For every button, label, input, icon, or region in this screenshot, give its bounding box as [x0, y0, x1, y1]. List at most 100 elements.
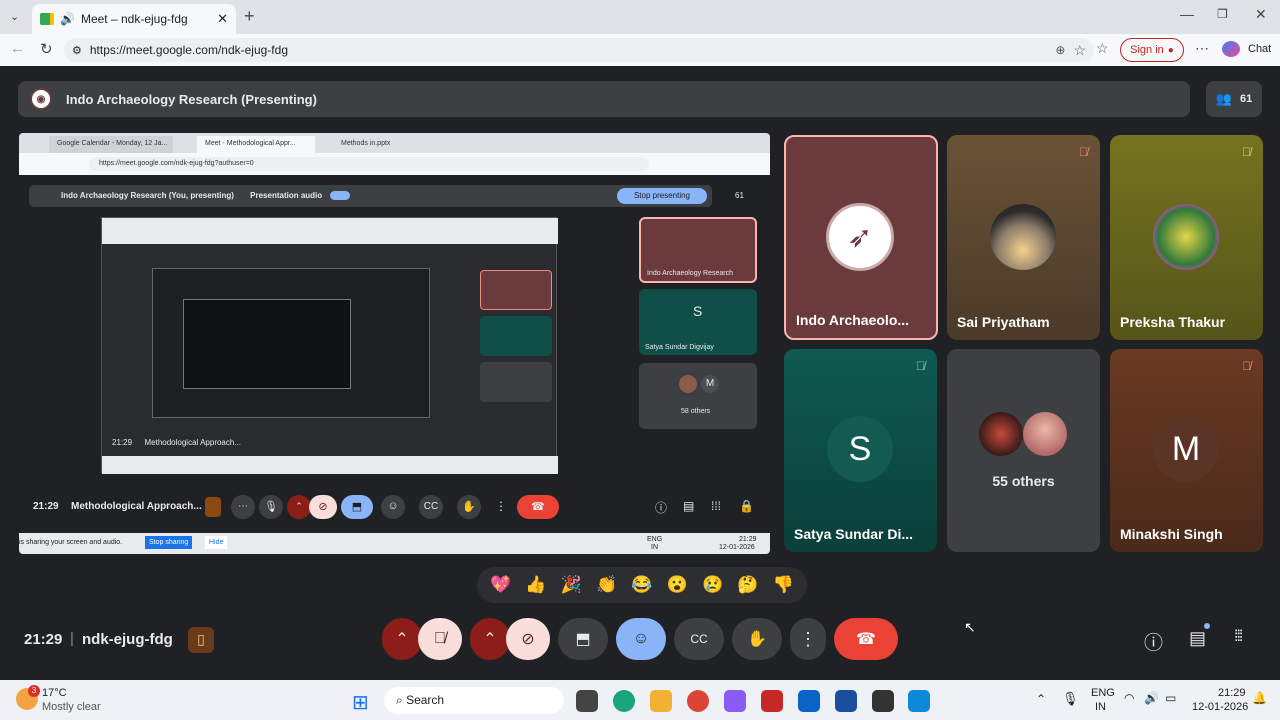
- chat-label[interactable]: Chat: [1248, 43, 1271, 55]
- notification-bell-icon[interactable]: 🔔: [1252, 691, 1267, 705]
- meeting-code: ndk-ejug-fdg: [82, 631, 173, 648]
- inner-audio-label: Presentation audio: [250, 191, 323, 200]
- shared-screen: Google Calendar - Monday, 12 Ja... Meet …: [19, 133, 770, 554]
- reload-icon[interactable]: ↻: [40, 40, 53, 58]
- clock-time[interactable]: 21:29: [1218, 687, 1246, 699]
- emoji-thumbs-up[interactable]: 👍: [525, 575, 546, 595]
- task-view-icon[interactable]: [576, 690, 598, 712]
- taskbar-search-box[interactable]: ⌕ Search: [384, 687, 564, 714]
- windows-taskbar: 3 17°C Mostly clear ⊞ ⌕ Search ⌃ 🎙 ENG I…: [0, 680, 1280, 720]
- sai-priyatham-avatar: [990, 204, 1056, 270]
- emoji-sad[interactable]: 😢: [702, 575, 723, 595]
- meet-area: ◉ Indo Archaeology Research (Presenting)…: [4, 66, 1276, 678]
- chat-icon[interactable]: ▤: [1189, 628, 1206, 649]
- emoji-heart[interactable]: 💖: [490, 575, 511, 595]
- inner-address-bar: https://meet.google.com/ndk-ejug-fdg?aut…: [19, 153, 770, 175]
- inner-meeting-title: Methodological Approach...: [71, 501, 202, 512]
- mouse-cursor-icon: ↖: [964, 619, 976, 635]
- nested-tile-3: [480, 362, 552, 402]
- url-text: https://meet.google.com/ndk-ejug-fdg: [89, 43, 288, 57]
- tile-55-others[interactable]: 55 others: [947, 349, 1100, 552]
- captions-button[interactable]: CC: [674, 618, 724, 660]
- copilot-icon[interactable]: [1222, 41, 1240, 57]
- security-app-icon[interactable]: [761, 690, 783, 712]
- emoji-reaction-bar: 💖 👍 🎉 👏 😂 😮 😢 🤔 👎: [477, 567, 807, 603]
- outlook-icon[interactable]: [798, 690, 820, 712]
- chat-notification-dot: [1204, 623, 1210, 629]
- file-explorer-icon[interactable]: [650, 690, 672, 712]
- minimize-button[interactable]: —: [1180, 6, 1194, 22]
- tile-name: Satya Sundar Di...: [794, 526, 914, 542]
- mic-options-chevron-icon[interactable]: ⌃: [382, 618, 422, 660]
- new-tab-button[interactable]: +: [244, 6, 255, 27]
- tile-name: Indo Archaeolo...: [796, 312, 910, 328]
- windows-start-icon[interactable]: ⊞: [352, 690, 369, 715]
- close-window-button[interactable]: ✕: [1255, 6, 1267, 23]
- speaker-icon[interactable]: 🔊: [60, 12, 75, 26]
- more-menu-icon[interactable]: ⋯: [1195, 40, 1209, 57]
- app-icon[interactable]: [835, 690, 857, 712]
- wifi-icon[interactable]: ◠: [1124, 691, 1134, 705]
- copilot-app-icon[interactable]: [724, 690, 746, 712]
- raise-hand-button[interactable]: ✋: [732, 618, 782, 660]
- nested-time: 21:29: [112, 438, 133, 447]
- tab-list-chevron-icon[interactable]: ⌄: [10, 10, 19, 23]
- more-options-button[interactable]: ⋮: [790, 618, 826, 660]
- inner-taskbar: is sharing your screen and audio. Stop s…: [19, 533, 770, 554]
- nested-tile-1: [480, 270, 552, 310]
- inner-activities-icon: [205, 497, 221, 517]
- nested-meeting: Methodological Approach...: [144, 438, 241, 447]
- inner-time: 21:29: [33, 501, 59, 512]
- emoji-party[interactable]: 🎉: [561, 575, 582, 595]
- inner-count: 61: [735, 191, 744, 200]
- inner-stop-sharing: Stop sharing: [145, 536, 193, 549]
- terminal-icon[interactable]: [872, 690, 894, 712]
- bookmark-star-icon[interactable]: ☆: [1073, 42, 1086, 59]
- emoji-surprised[interactable]: 😮: [667, 575, 688, 595]
- chrome-icon[interactable]: [687, 690, 709, 712]
- participant-count-button[interactable]: 👥 61: [1206, 81, 1262, 117]
- microphone-tray-icon[interactable]: 🎙: [1062, 691, 1079, 707]
- emoji-clap[interactable]: 👏: [596, 575, 617, 595]
- mic-off-button[interactable]: 🎙̸: [418, 618, 462, 660]
- present-screen-button[interactable]: ⬒: [558, 618, 608, 660]
- activities-icon[interactable]: ▯: [188, 627, 214, 653]
- leave-call-button[interactable]: ☎: [834, 618, 898, 660]
- meeting-info-icon[interactable]: ⓘ: [1144, 628, 1163, 655]
- muted-mic-icon: 🎙̸: [1242, 359, 1251, 373]
- maximize-button[interactable]: ❐: [1217, 7, 1228, 21]
- inner-tab-calendar: Google Calendar - Monday, 12 Ja...: [49, 136, 173, 153]
- volume-icon[interactable]: 🔊: [1144, 691, 1159, 705]
- hidden-icons-chevron-icon[interactable]: ⌃: [1036, 692, 1046, 706]
- apps-grid-icon[interactable]: ⁞⁞⁞: [1234, 628, 1243, 646]
- nested-inner-screen: [152, 268, 430, 418]
- edge-browser-icon[interactable]: [613, 690, 635, 712]
- tile-preksha-thakur[interactable]: 🎙̸ Preksha Thakur: [1110, 135, 1263, 340]
- people-icon: 👥: [1215, 91, 1232, 106]
- tile-minakshi-singh[interactable]: 🎙̸ M Minakshi Singh: [1110, 349, 1263, 552]
- close-tab-icon[interactable]: ✕: [217, 11, 228, 27]
- lang-label[interactable]: ENG: [1091, 687, 1115, 699]
- tile-satya-sundar[interactable]: 🎙̸ S Satya Sundar Di...: [784, 349, 937, 552]
- camera-options-chevron-icon[interactable]: ⌃: [470, 618, 510, 660]
- zoom-icon[interactable]: ⊕: [1055, 43, 1065, 57]
- back-arrow-icon[interactable]: ←: [10, 40, 25, 57]
- emoji-thinking[interactable]: 🤔: [737, 575, 758, 595]
- snipping-tool-icon[interactable]: [908, 690, 930, 712]
- muted-mic-icon: 🎙̸: [916, 359, 925, 373]
- favorites-icon[interactable]: ☆: [1096, 40, 1109, 57]
- nested-screen: 21:29 Methodological Approach...: [101, 217, 558, 474]
- camera-off-button[interactable]: ⊘: [506, 618, 550, 660]
- inner-others-avatar: M: [701, 375, 719, 393]
- emoji-button[interactable]: ☺: [616, 618, 666, 660]
- inner-camera-off-icon: ⊘: [309, 495, 337, 519]
- sign-in-button[interactable]: Sign in ●: [1120, 38, 1184, 62]
- tile-indo-archaeology[interactable]: ➶ Indo Archaeolo...: [784, 135, 938, 340]
- tile-sai-priyatham[interactable]: 🎙̸ Sai Priyatham: [947, 135, 1100, 340]
- site-info-icon[interactable]: ⚙: [72, 44, 82, 57]
- battery-icon[interactable]: ▭: [1165, 691, 1176, 705]
- url-bar[interactable]: ⚙ https://meet.google.com/ndk-ejug-fdg ⊕…: [64, 38, 1094, 62]
- emoji-thumbs-down[interactable]: 👎: [773, 575, 794, 595]
- emoji-laugh[interactable]: 😂: [631, 575, 652, 595]
- browser-tab-meet[interactable]: 🔊 Meet – ndk-ejug-fdg ✕: [32, 4, 236, 34]
